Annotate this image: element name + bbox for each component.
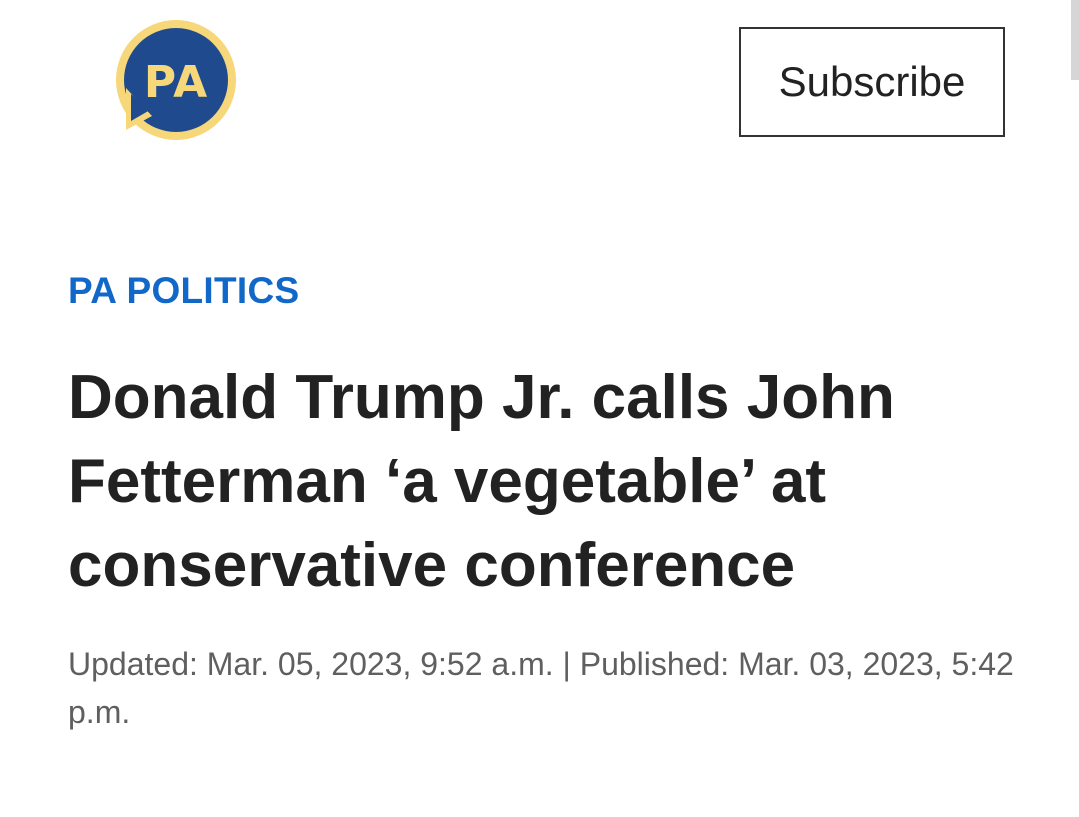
- updated-timestamp: Updated: Mar. 05, 2023, 9:52 a.m.: [68, 646, 554, 682]
- article-page: PA Subscribe PA POLITICS Donald Trump Jr…: [0, 0, 1079, 817]
- logo-text: PA: [144, 57, 208, 108]
- dateline-separator: |: [553, 646, 580, 682]
- subscribe-button[interactable]: Subscribe: [739, 27, 1005, 137]
- article-headline: Donald Trump Jr. calls John Fetterman ‘a…: [68, 363, 895, 600]
- category-link[interactable]: PA POLITICS: [68, 270, 299, 312]
- site-logo[interactable]: PA: [112, 20, 238, 144]
- article-dateline: Updated: Mar. 05, 2023, 9:52 a.m. | Publ…: [68, 640, 1028, 736]
- scrollbar[interactable]: [1071, 0, 1079, 80]
- pa-logo-icon: PA: [116, 20, 236, 140]
